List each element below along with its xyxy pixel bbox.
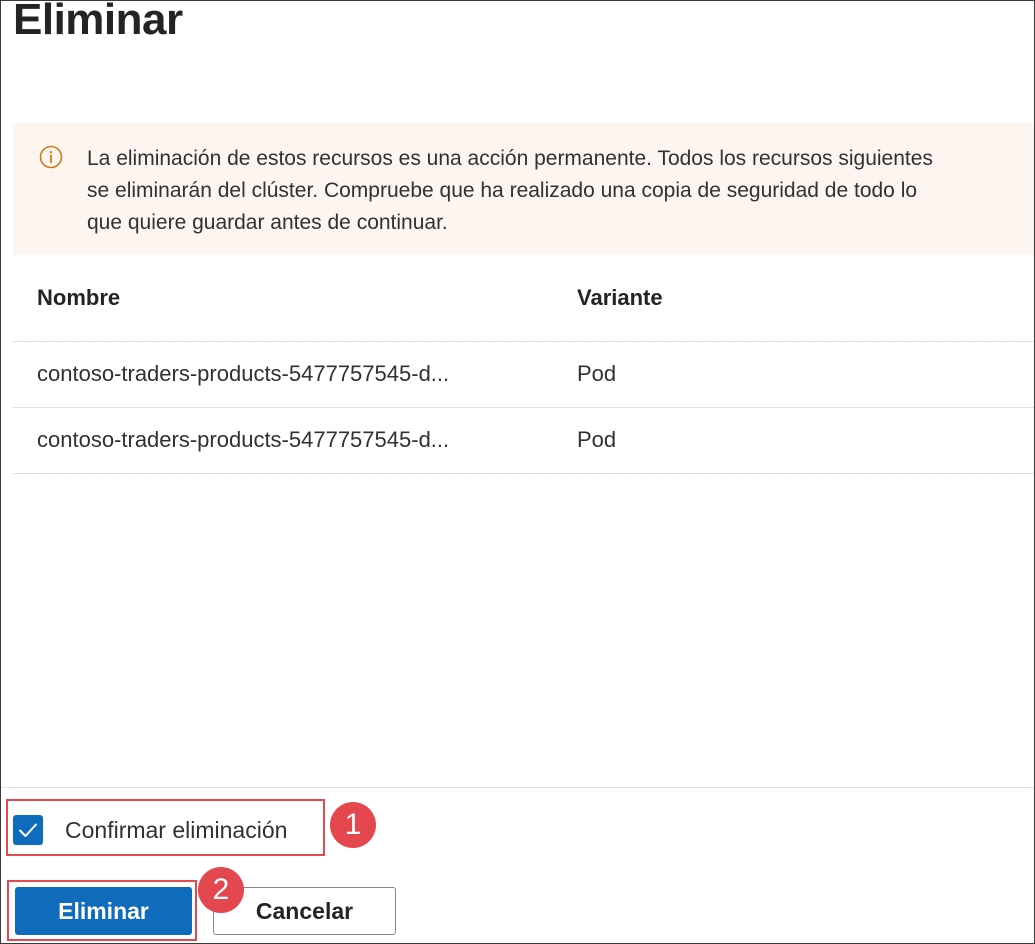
info-icon (39, 145, 63, 169)
table-row: contoso-traders-products-5477757545-d...… (13, 408, 1034, 474)
resources-table: Nombre Variante contoso-traders-products… (13, 255, 1034, 474)
confirm-delete-checkbox[interactable]: Confirmar eliminación (13, 813, 287, 847)
table-header-row: Nombre Variante (13, 255, 1034, 342)
warning-line: que quiere guardar antes de continuar. (87, 211, 448, 234)
resource-name-cell: contoso-traders-products-5477757545-d... (37, 361, 450, 386)
column-header-kind[interactable]: Variante (577, 285, 663, 311)
delete-button[interactable]: Eliminar (15, 887, 192, 935)
warning-line: La eliminación de estos recursos es una … (87, 147, 933, 170)
table-row: contoso-traders-products-5477757545-d...… (13, 342, 1034, 408)
dialog-title: Eliminar (13, 0, 183, 44)
annotation-badge-1: 1 (330, 802, 376, 848)
footer-divider (1, 787, 1034, 788)
annotation-badge-2: 2 (198, 867, 244, 913)
column-header-name[interactable]: Nombre (37, 285, 537, 311)
checkbox-checked[interactable] (13, 815, 43, 845)
warning-line: se eliminarán del clúster. Compruebe que… (87, 179, 918, 202)
delete-dialog: Eliminar La eliminación de estos recurso… (0, 0, 1035, 944)
warning-banner: La eliminación de estos recursos es una … (13, 123, 1034, 255)
resource-kind-cell: Pod (577, 361, 617, 386)
confirm-delete-label[interactable]: Confirmar eliminación (65, 817, 287, 844)
checkmark-icon (19, 823, 37, 837)
resource-kind-cell: Pod (577, 427, 617, 452)
resource-name-cell: contoso-traders-products-5477757545-d... (37, 427, 450, 452)
warning-message: La eliminación de estos recursos es una … (87, 143, 1034, 239)
